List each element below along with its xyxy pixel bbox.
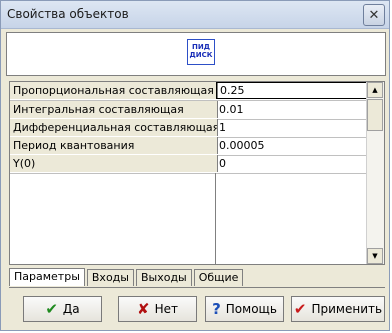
- tab-strip: Параметры Входы Выходы Общие: [9, 268, 245, 287]
- scroll-down-button[interactable]: ▼: [367, 248, 383, 264]
- vertical-scrollbar[interactable]: ▲ ▼: [366, 82, 384, 264]
- tab-outputs[interactable]: Выходы: [135, 269, 192, 286]
- properties-grid: Пропорциональная составляющая 0.25 Интег…: [9, 81, 385, 265]
- property-row[interactable]: Пропорциональная составляющая 0.25: [10, 82, 367, 101]
- property-value-input[interactable]: 1: [216, 119, 367, 136]
- property-row[interactable]: Период квантования 0.00005: [10, 137, 366, 156]
- apply-button-label: Применить: [311, 302, 383, 316]
- title-bar[interactable]: Свойства объектов ✕: [1, 1, 389, 29]
- cancel-button[interactable]: ✘ Нет: [118, 296, 197, 322]
- question-icon: ?: [212, 299, 221, 318]
- property-row[interactable]: Y(0) 0: [10, 155, 366, 174]
- name-column-divider: [10, 173, 216, 264]
- block-label-line1: ПИД: [192, 43, 210, 51]
- cancel-button-label: Нет: [154, 302, 178, 316]
- window-title: Свойства объектов: [7, 7, 129, 21]
- property-name: Дифференциальная составляющая: [10, 119, 218, 136]
- properties-dialog: Свойства объектов ✕ ПИД ДИСК Пропорциона…: [0, 0, 390, 331]
- help-button[interactable]: ? Помощь: [205, 296, 284, 322]
- cross-icon: ✘: [137, 299, 150, 318]
- arrow-down-icon: ▼: [372, 252, 378, 260]
- property-value-input[interactable]: 0: [216, 155, 367, 172]
- scroll-up-button[interactable]: ▲: [367, 82, 383, 98]
- tab-parameters[interactable]: Параметры: [9, 268, 85, 286]
- object-preview: ПИД ДИСК: [6, 32, 386, 76]
- tab-inputs[interactable]: Входы: [86, 269, 134, 286]
- close-icon: ✕: [368, 7, 380, 23]
- close-button[interactable]: ✕: [363, 4, 385, 26]
- property-row[interactable]: Дифференциальная составляющая 1: [10, 119, 366, 138]
- property-name: Y(0): [10, 155, 218, 172]
- arrow-up-icon: ▲: [372, 86, 378, 94]
- property-value-input[interactable]: 0.25: [216, 82, 367, 99]
- property-value-input[interactable]: 0.01: [216, 101, 367, 118]
- scrollbar-thumb[interactable]: [367, 99, 383, 131]
- property-row[interactable]: Интегральная составляющая 0.01: [10, 101, 366, 120]
- apply-button[interactable]: ✔ Применить: [291, 296, 385, 322]
- checkmark-icon: ✔: [45, 299, 58, 318]
- pid-block-icon: ПИД ДИСК: [187, 39, 215, 65]
- apply-checkmark-icon: ✔: [293, 299, 307, 318]
- property-name: Пропорциональная составляющая: [10, 82, 218, 99]
- property-name: Период квантования: [10, 137, 218, 154]
- ok-button-label: Да: [62, 302, 80, 316]
- help-button-label: Помощь: [225, 302, 277, 316]
- tab-general[interactable]: Общие: [193, 269, 244, 286]
- property-value-input[interactable]: 0.00005: [216, 137, 367, 154]
- ok-button[interactable]: ✔ Да: [23, 296, 102, 322]
- property-name: Интегральная составляющая: [10, 101, 218, 118]
- block-label-line2: ДИСК: [189, 51, 213, 59]
- button-bar: ✔ Да ✘ Нет ? Помощь ✔ Применить: [1, 292, 391, 326]
- tab-divider: [9, 287, 385, 288]
